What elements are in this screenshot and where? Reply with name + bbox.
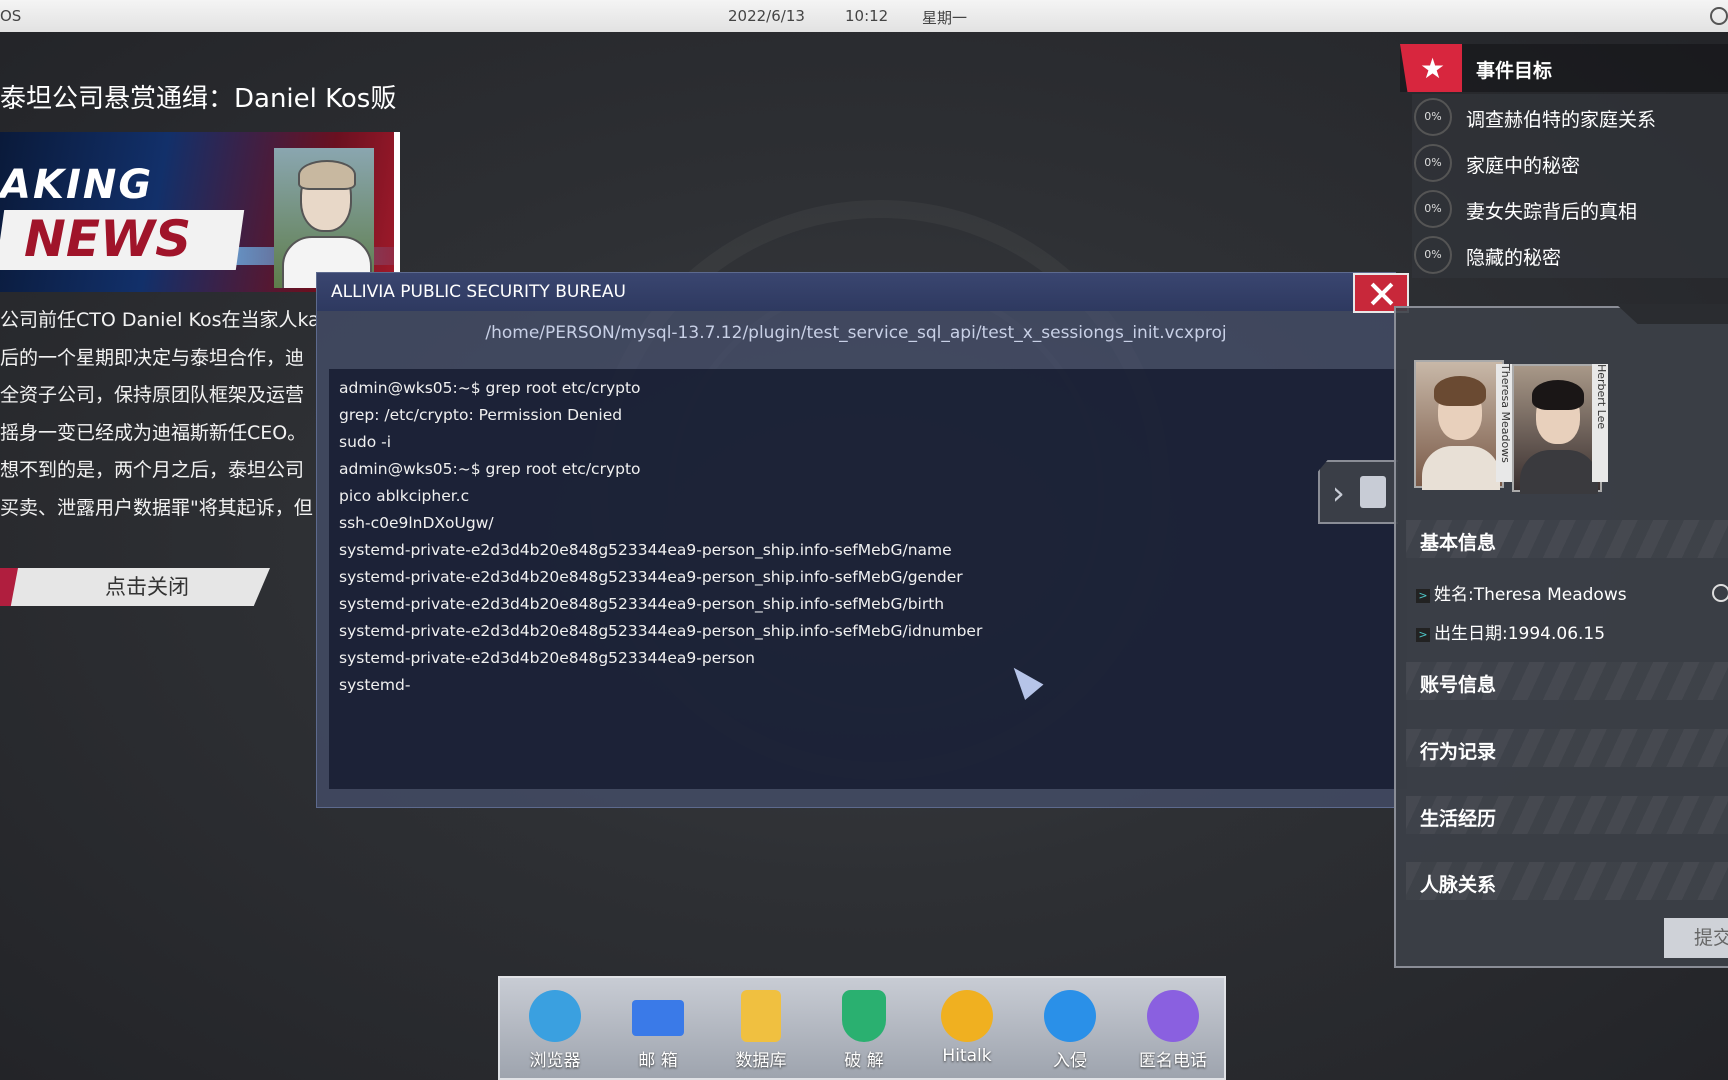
news-line: 买卖、泄露用户数据罪"将其起诉，但 (0, 496, 313, 519)
news-title: 泰坦公司悬赏通缉：Daniel Kos贩 (0, 84, 397, 114)
terminal-console[interactable]: admin@wks05:~$ grep root etc/crypto grep… (329, 369, 1407, 789)
star-icon: ★ (1400, 44, 1462, 92)
objective-item[interactable]: 0% 妻女失踪背后的真相 (1412, 186, 1728, 232)
person-name-tag: Theresa Meadows (1496, 364, 1512, 482)
objective-label: 隐藏的秘密 (1466, 247, 1562, 269)
hook-icon (1044, 990, 1096, 1042)
weekday-display: 星期一 (922, 9, 968, 27)
close-news-button[interactable]: 点击关闭 (0, 568, 270, 606)
objective-item[interactable]: 0% 调查赫伯特的家庭关系 (1412, 94, 1728, 140)
section-label: 行为记录 (1420, 741, 1497, 763)
console-line: grep: /etc/crypto: Permission Denied (339, 406, 623, 424)
dock-crack[interactable]: 破 解 (819, 990, 909, 1071)
objective-label: 妻女失踪背后的真相 (1466, 201, 1638, 223)
globe-icon (529, 990, 581, 1042)
terminal-path: /home/PERSON/mysql-13.7.12/plugin/test_s… (485, 323, 1227, 343)
objective-progress: 0% (1414, 144, 1452, 182)
chat-bubble-icon (941, 990, 993, 1042)
banner-text-news: NEWS (24, 210, 192, 268)
person-name-tag: Herbert Lee (1592, 364, 1608, 482)
top-menu-bar: OS 2022/6/13 10:12 星期一 (0, 0, 1728, 32)
arrow-icon: > (1416, 589, 1430, 603)
console-line: systemd-private-e2d3d4b20e848g523344ea9-… (339, 568, 963, 586)
console-line: admin@wks05:~$ grep root etc/crypto (339, 460, 641, 478)
app-dock: 浏览器 邮 箱 数据库 破 解 Hitalk 入侵 匿名电话 (498, 976, 1226, 1080)
breaking-news-banner: AKING NEWS (0, 132, 400, 292)
os-label: OS (0, 7, 22, 25)
dock-hitalk[interactable]: Hitalk (922, 990, 1012, 1066)
dock-intrude[interactable]: 入侵 (1025, 990, 1115, 1071)
dock-browser[interactable]: 浏览器 (510, 990, 600, 1071)
terminal-window: ALLIVIA PUBLIC SECURITY BUREAU /home/PER… (316, 272, 1409, 808)
news-line: 想不到的是，两个月之后，泰坦公司 (0, 459, 305, 481)
objective-label: 家庭中的秘密 (1466, 155, 1581, 177)
objectives-title: 事件目标 (1476, 60, 1553, 82)
field-name: > 姓名:Theresa Meadows (1416, 580, 1627, 605)
section-label: 账号信息 (1420, 674, 1497, 696)
section-label: 生活经历 (1420, 808, 1497, 830)
objective-progress: 0% (1414, 236, 1452, 274)
terminal-title: ALLIVIA PUBLIC SECURITY BUREAU (331, 282, 626, 302)
chevron-right-icon: › (1332, 474, 1345, 512)
section-life-experience[interactable]: 生活经历 (1406, 796, 1728, 834)
dock-label: 匿名电话 (1139, 1051, 1207, 1071)
news-line: 后的一个星期即决定与泰坦合作，迪 (0, 346, 305, 369)
field-name-text: 姓名:Theresa Meadows (1434, 585, 1627, 605)
console-line: systemd-private-e2d3d4b20e848g523344ea9-… (339, 541, 952, 559)
date-display: 2022/6/13 (728, 7, 805, 25)
settings-icon[interactable] (1710, 7, 1728, 25)
section-account-info[interactable]: 账号信息 (1406, 662, 1728, 700)
profile-toggle-button[interactable]: › (1318, 460, 1398, 524)
field-birth: > 出生日期:1994.06.15 (1416, 619, 1605, 644)
console-line: admin@wks05:~$ grep root etc/crypto (339, 379, 641, 397)
objective-item[interactable]: 0% 家庭中的秘密 (1412, 140, 1728, 186)
person-photo-herbert[interactable] (1512, 364, 1602, 494)
dock-label: Hitalk (942, 1046, 992, 1066)
objective-progress: 0% (1414, 190, 1452, 228)
objective-progress: 0% (1414, 98, 1452, 136)
dock-database[interactable]: 数据库 (716, 990, 806, 1071)
news-line: 全资子公司，保持原团队框架及运营 (0, 384, 305, 406)
news-line: 公司前任CTO Daniel Kos在当家人kap (0, 309, 316, 331)
field-birth-text: 出生日期:1994.06.15 (1434, 624, 1606, 644)
person-photo-theresa[interactable] (1414, 360, 1504, 490)
profile-panel: Theresa Meadows Herbert Lee 基本信息 > 姓名:The… (1394, 304, 1728, 968)
console-line: pico ablkcipher.c (339, 487, 470, 505)
dock-mail[interactable]: 邮 箱 (613, 990, 703, 1071)
dock-label: 邮 箱 (638, 1051, 678, 1071)
banner-text-breaking: AKING (0, 162, 154, 208)
dock-label: 入侵 (1053, 1051, 1087, 1071)
console-line: systemd- (339, 676, 411, 694)
dock-label: 数据库 (735, 1051, 787, 1071)
section-relationships[interactable]: 人脉关系 (1406, 862, 1728, 900)
console-line: systemd-private-e2d3d4b20e848g523344ea9-… (339, 595, 945, 613)
dock-label: 浏览器 (529, 1051, 581, 1071)
submit-button[interactable]: 提交 (1664, 918, 1728, 958)
console-line: ssh-c0e9lnDXoUgw/ (339, 514, 494, 532)
shield-icon (842, 990, 886, 1042)
console-line: systemd-private-e2d3d4b20e848g523344ea9-… (339, 622, 983, 640)
console-line: sudo -i (339, 433, 392, 451)
phone-icon (1147, 990, 1199, 1042)
section-behavior-records[interactable]: 行为记录 (1406, 729, 1728, 767)
section-basic-info[interactable]: 基本信息 (1406, 520, 1728, 558)
console-line: systemd-private-e2d3d4b20e848g523344ea9-… (339, 649, 755, 667)
time-display: 10:12 (845, 7, 889, 25)
mail-icon (632, 1000, 684, 1036)
section-label: 人脉关系 (1420, 874, 1497, 896)
database-icon (741, 990, 781, 1042)
event-objectives-panel: ★ 事件目标 0% 调查赫伯特的家庭关系 0% 家庭中的秘密 0% 妻女失踪背后… (1400, 44, 1728, 278)
arrow-icon: > (1416, 628, 1430, 642)
dock-label: 破 解 (844, 1051, 884, 1071)
dock-anon-call[interactable]: 匿名电话 (1128, 990, 1218, 1071)
news-line: 摇身一变已经成为迪福斯新任CEO。 (0, 421, 307, 444)
close-news-label: 点击关闭 (105, 575, 189, 599)
suspect-portrait (274, 148, 374, 288)
reveal-icon[interactable] (1712, 584, 1728, 602)
section-label: 基本信息 (1420, 532, 1497, 554)
id-badge-icon (1360, 476, 1386, 508)
objective-label: 调查赫伯特的家庭关系 (1466, 109, 1657, 131)
news-body: 公司前任CTO Daniel Kos在当家人kap 后的一个星期即决定与泰坦合作… (0, 302, 316, 527)
objective-item[interactable]: 0% 隐藏的秘密 (1412, 232, 1728, 278)
